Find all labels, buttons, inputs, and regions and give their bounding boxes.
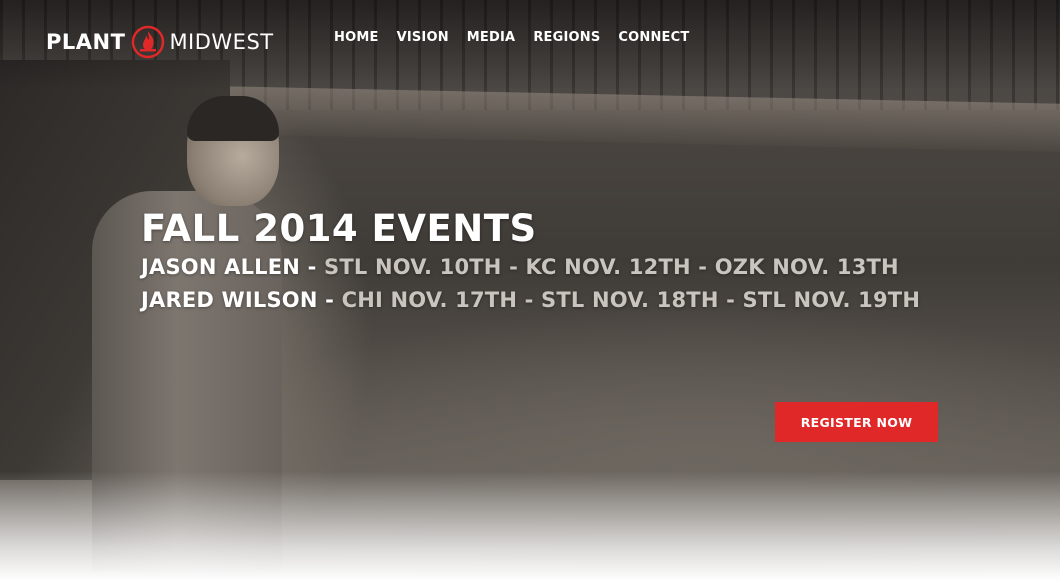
top-navigation: PLANT MIDWEST HOME VISION MEDIA REGIONS … [0,0,1060,80]
speaker-dates: CHI NOV. 17TH - STL NOV. 18TH - STL NOV.… [341,288,921,312]
speaker-line-2: JARED WILSON - CHI NOV. 17TH - STL NOV. … [141,284,920,317]
speaker-line-1: JASON ALLEN - STL NOV. 10TH - KC NOV. 12… [141,251,920,284]
main-menu: HOME VISION MEDIA REGIONS CONNECT [334,30,707,45]
register-now-button[interactable]: REGISTER NOW [775,402,938,442]
nav-home[interactable]: HOME [334,30,379,45]
speaker-name: JARED WILSON - [141,288,335,312]
bottom-fade [0,471,1060,581]
nav-vision[interactable]: VISION [397,30,449,45]
events-title: FALL 2014 EVENTS [141,207,537,250]
hero-section: PLANT MIDWEST HOME VISION MEDIA REGIONS … [0,0,1060,581]
nav-media[interactable]: MEDIA [467,30,516,45]
logo-word-plant: PLANT [46,30,126,54]
speaker-dates: STL NOV. 10TH - KC NOV. 12TH - OZK NOV. … [324,255,899,279]
events-block: FALL 2014 EVENTS JASON ALLEN - STL NOV. … [141,207,920,317]
site-logo[interactable]: PLANT MIDWEST [46,25,274,59]
flame-icon [132,25,165,59]
speaker-hair [187,96,279,141]
nav-connect[interactable]: CONNECT [618,30,689,45]
logo-word-midwest: MIDWEST [169,30,274,54]
nav-regions[interactable]: REGIONS [533,30,600,45]
speaker-name: JASON ALLEN - [141,255,317,279]
